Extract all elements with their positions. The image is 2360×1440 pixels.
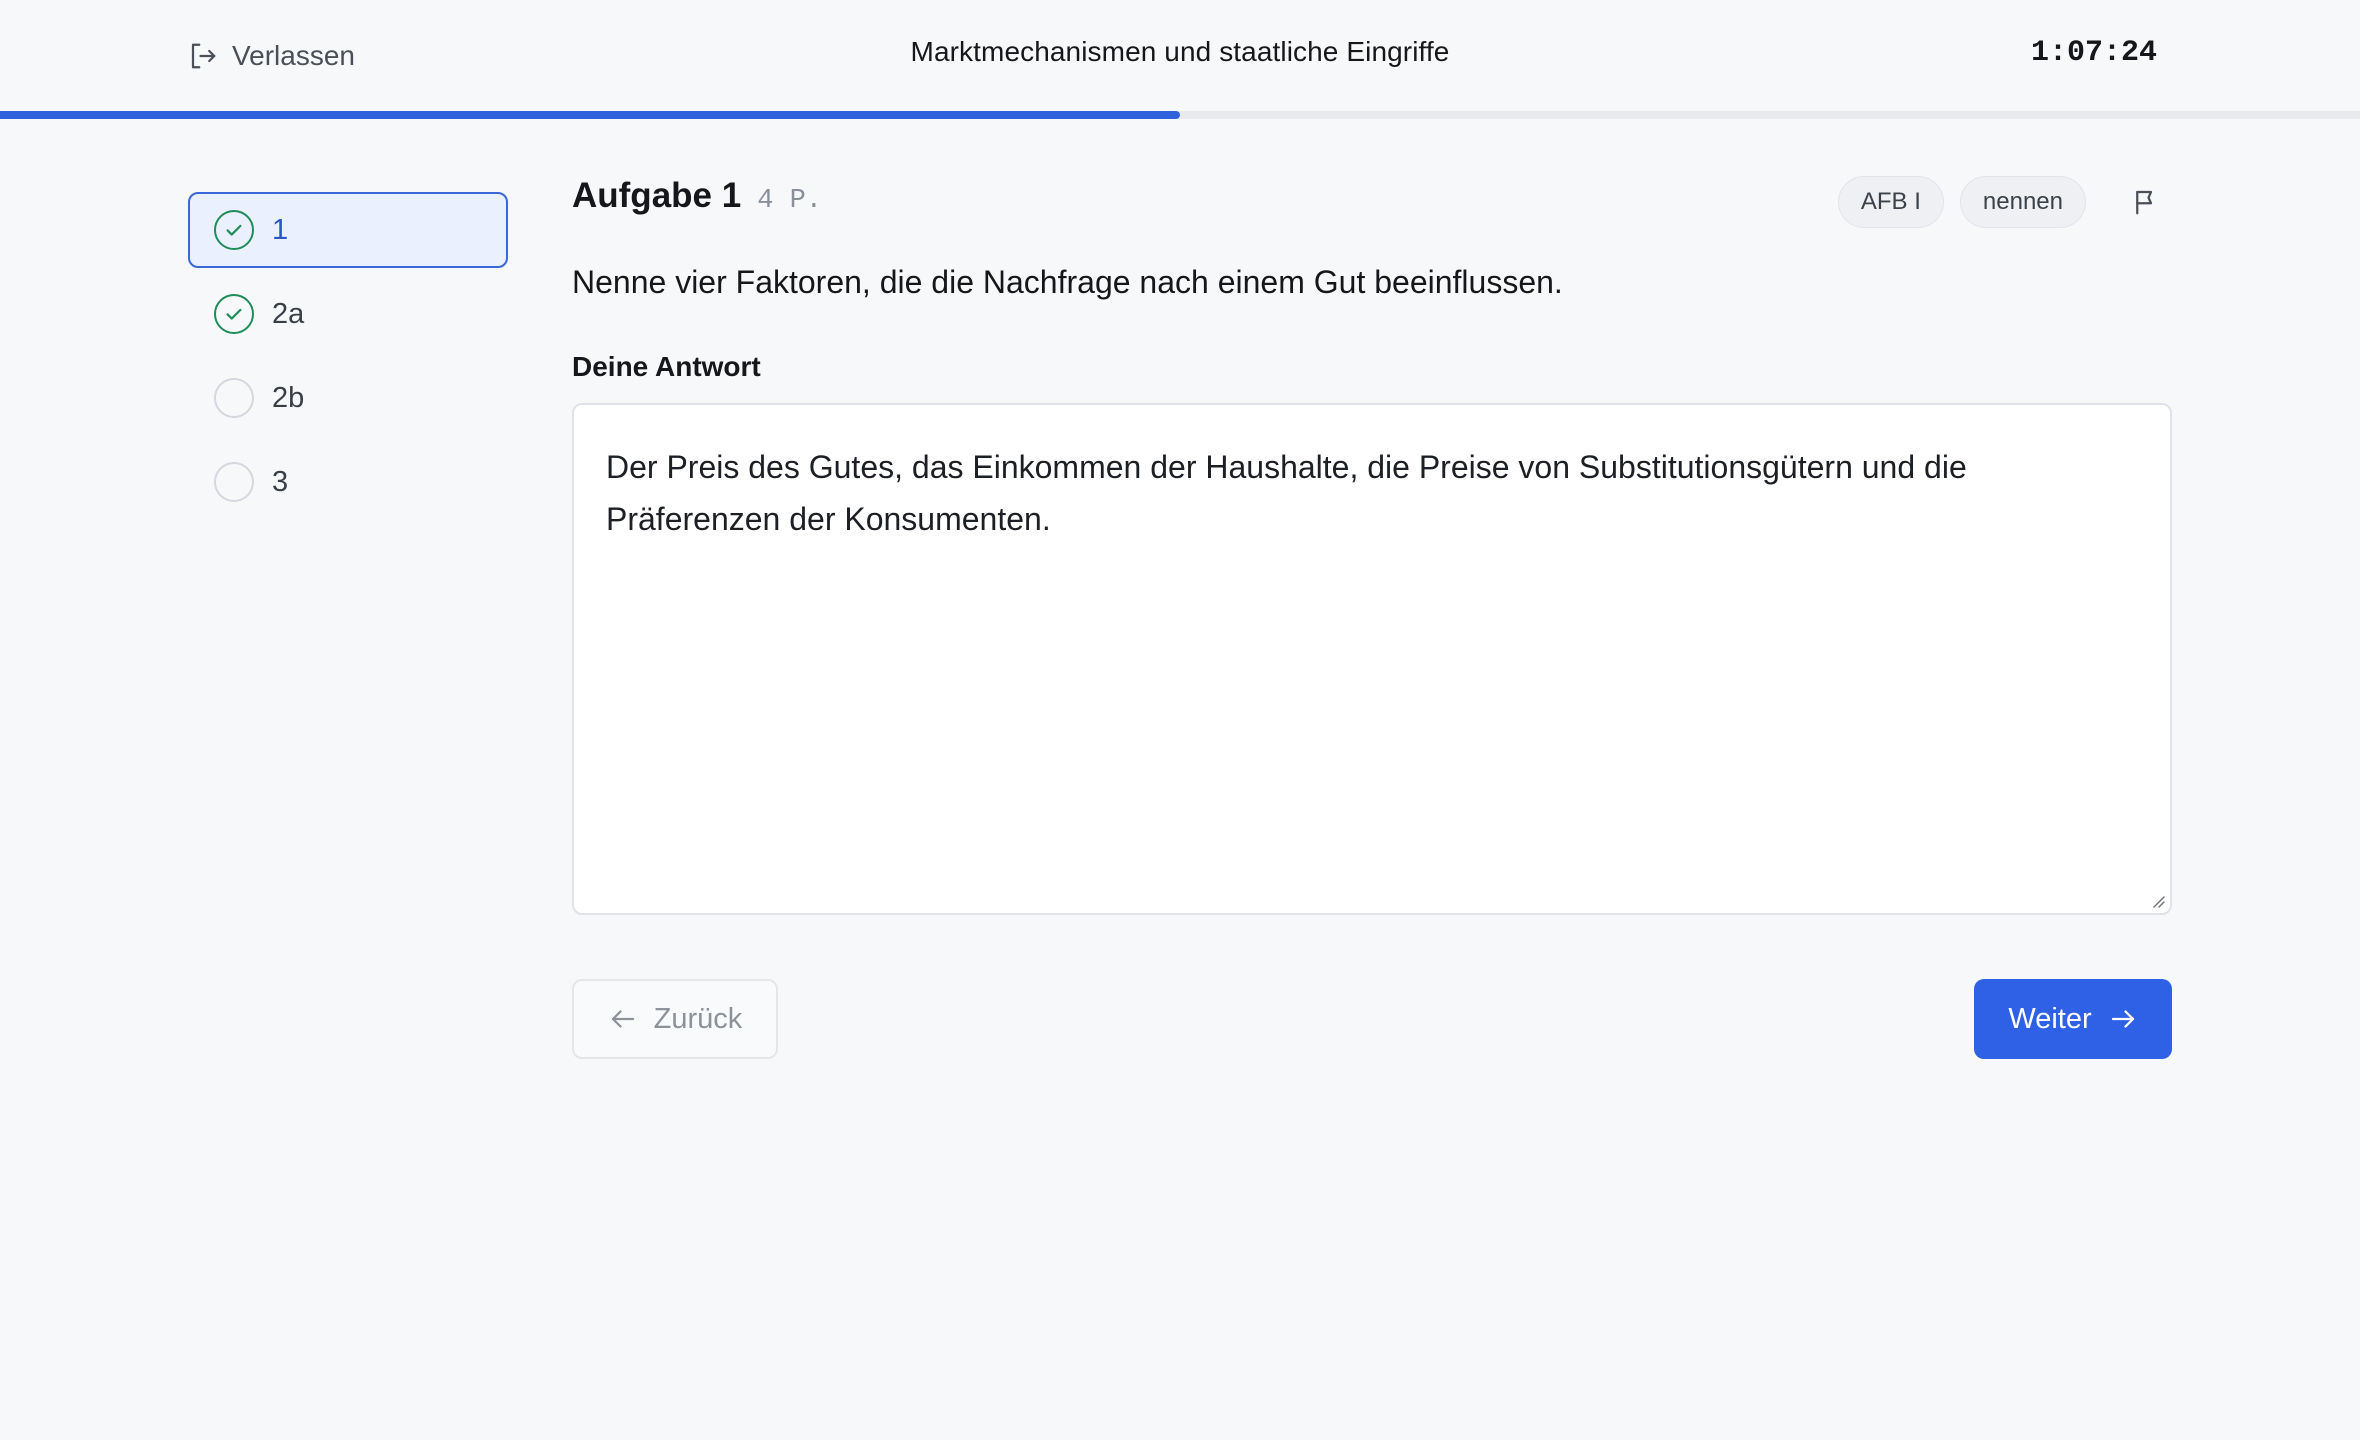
task-question: Nenne vier Faktoren, die die Nachfrage n… [572,264,1563,300]
check-icon [226,224,242,236]
answer-textarea[interactable]: Der Preis des Gutes, das Einkommen der H… [572,403,2172,915]
back-button[interactable]: Zurück [572,979,778,1059]
answer-text: Der Preis des Gutes, das Einkommen der H… [606,449,1967,537]
flag-button[interactable] [2120,176,2172,228]
countdown-timer: 1:07:24 [2030,36,2157,70]
task-item-1[interactable]: 1 [188,192,508,268]
back-label: Zurück [653,1002,743,1035]
flag-icon [2136,190,2153,215]
task-item-label: 3 [272,465,289,498]
progress-bar [0,111,2360,119]
task-points: 4 P. [757,186,823,216]
task-panel: Aufgabe 1 4 P. AFB I nennen Nenne vier F… [572,176,2172,1059]
tag-afb: AFB I [1837,176,1944,228]
exam-title: Marktmechanismen und staatliche Eingriff… [910,36,1450,67]
tag-operator: nennen [1959,176,2086,228]
check-icon [226,308,242,320]
next-label: Weiter [2008,1002,2092,1035]
task-status-done [214,294,254,334]
top-bar: Verlassen Marktmechanismen und staatlich… [0,0,2360,112]
task-status-done [214,210,254,250]
task-header: Aufgabe 1 4 P. AFB I nennen [572,176,2172,228]
task-list: 1 2a 2b 3 [188,192,508,528]
next-button[interactable]: Weiter [1974,979,2172,1059]
task-item-label: 2b [272,381,305,414]
task-status-open [214,462,254,502]
task-item-label: 2a [272,297,305,330]
task-navigation: Zurück Weiter [572,979,2172,1059]
task-item-3[interactable]: 3 [188,444,508,520]
task-status-open [214,378,254,418]
task-title: Aufgabe 1 [572,176,742,215]
resize-handle-icon[interactable] [2150,893,2166,909]
progress-bar-fill [0,111,1180,119]
answer-label: Deine Antwort [572,351,761,382]
arrow-left-icon [611,1010,634,1028]
task-item-2a[interactable]: 2a [188,276,508,352]
arrow-right-icon [2111,1010,2134,1028]
task-tags: AFB I nennen [1837,176,2172,228]
task-item-label: 1 [272,213,289,246]
task-item-2b[interactable]: 2b [188,360,508,436]
